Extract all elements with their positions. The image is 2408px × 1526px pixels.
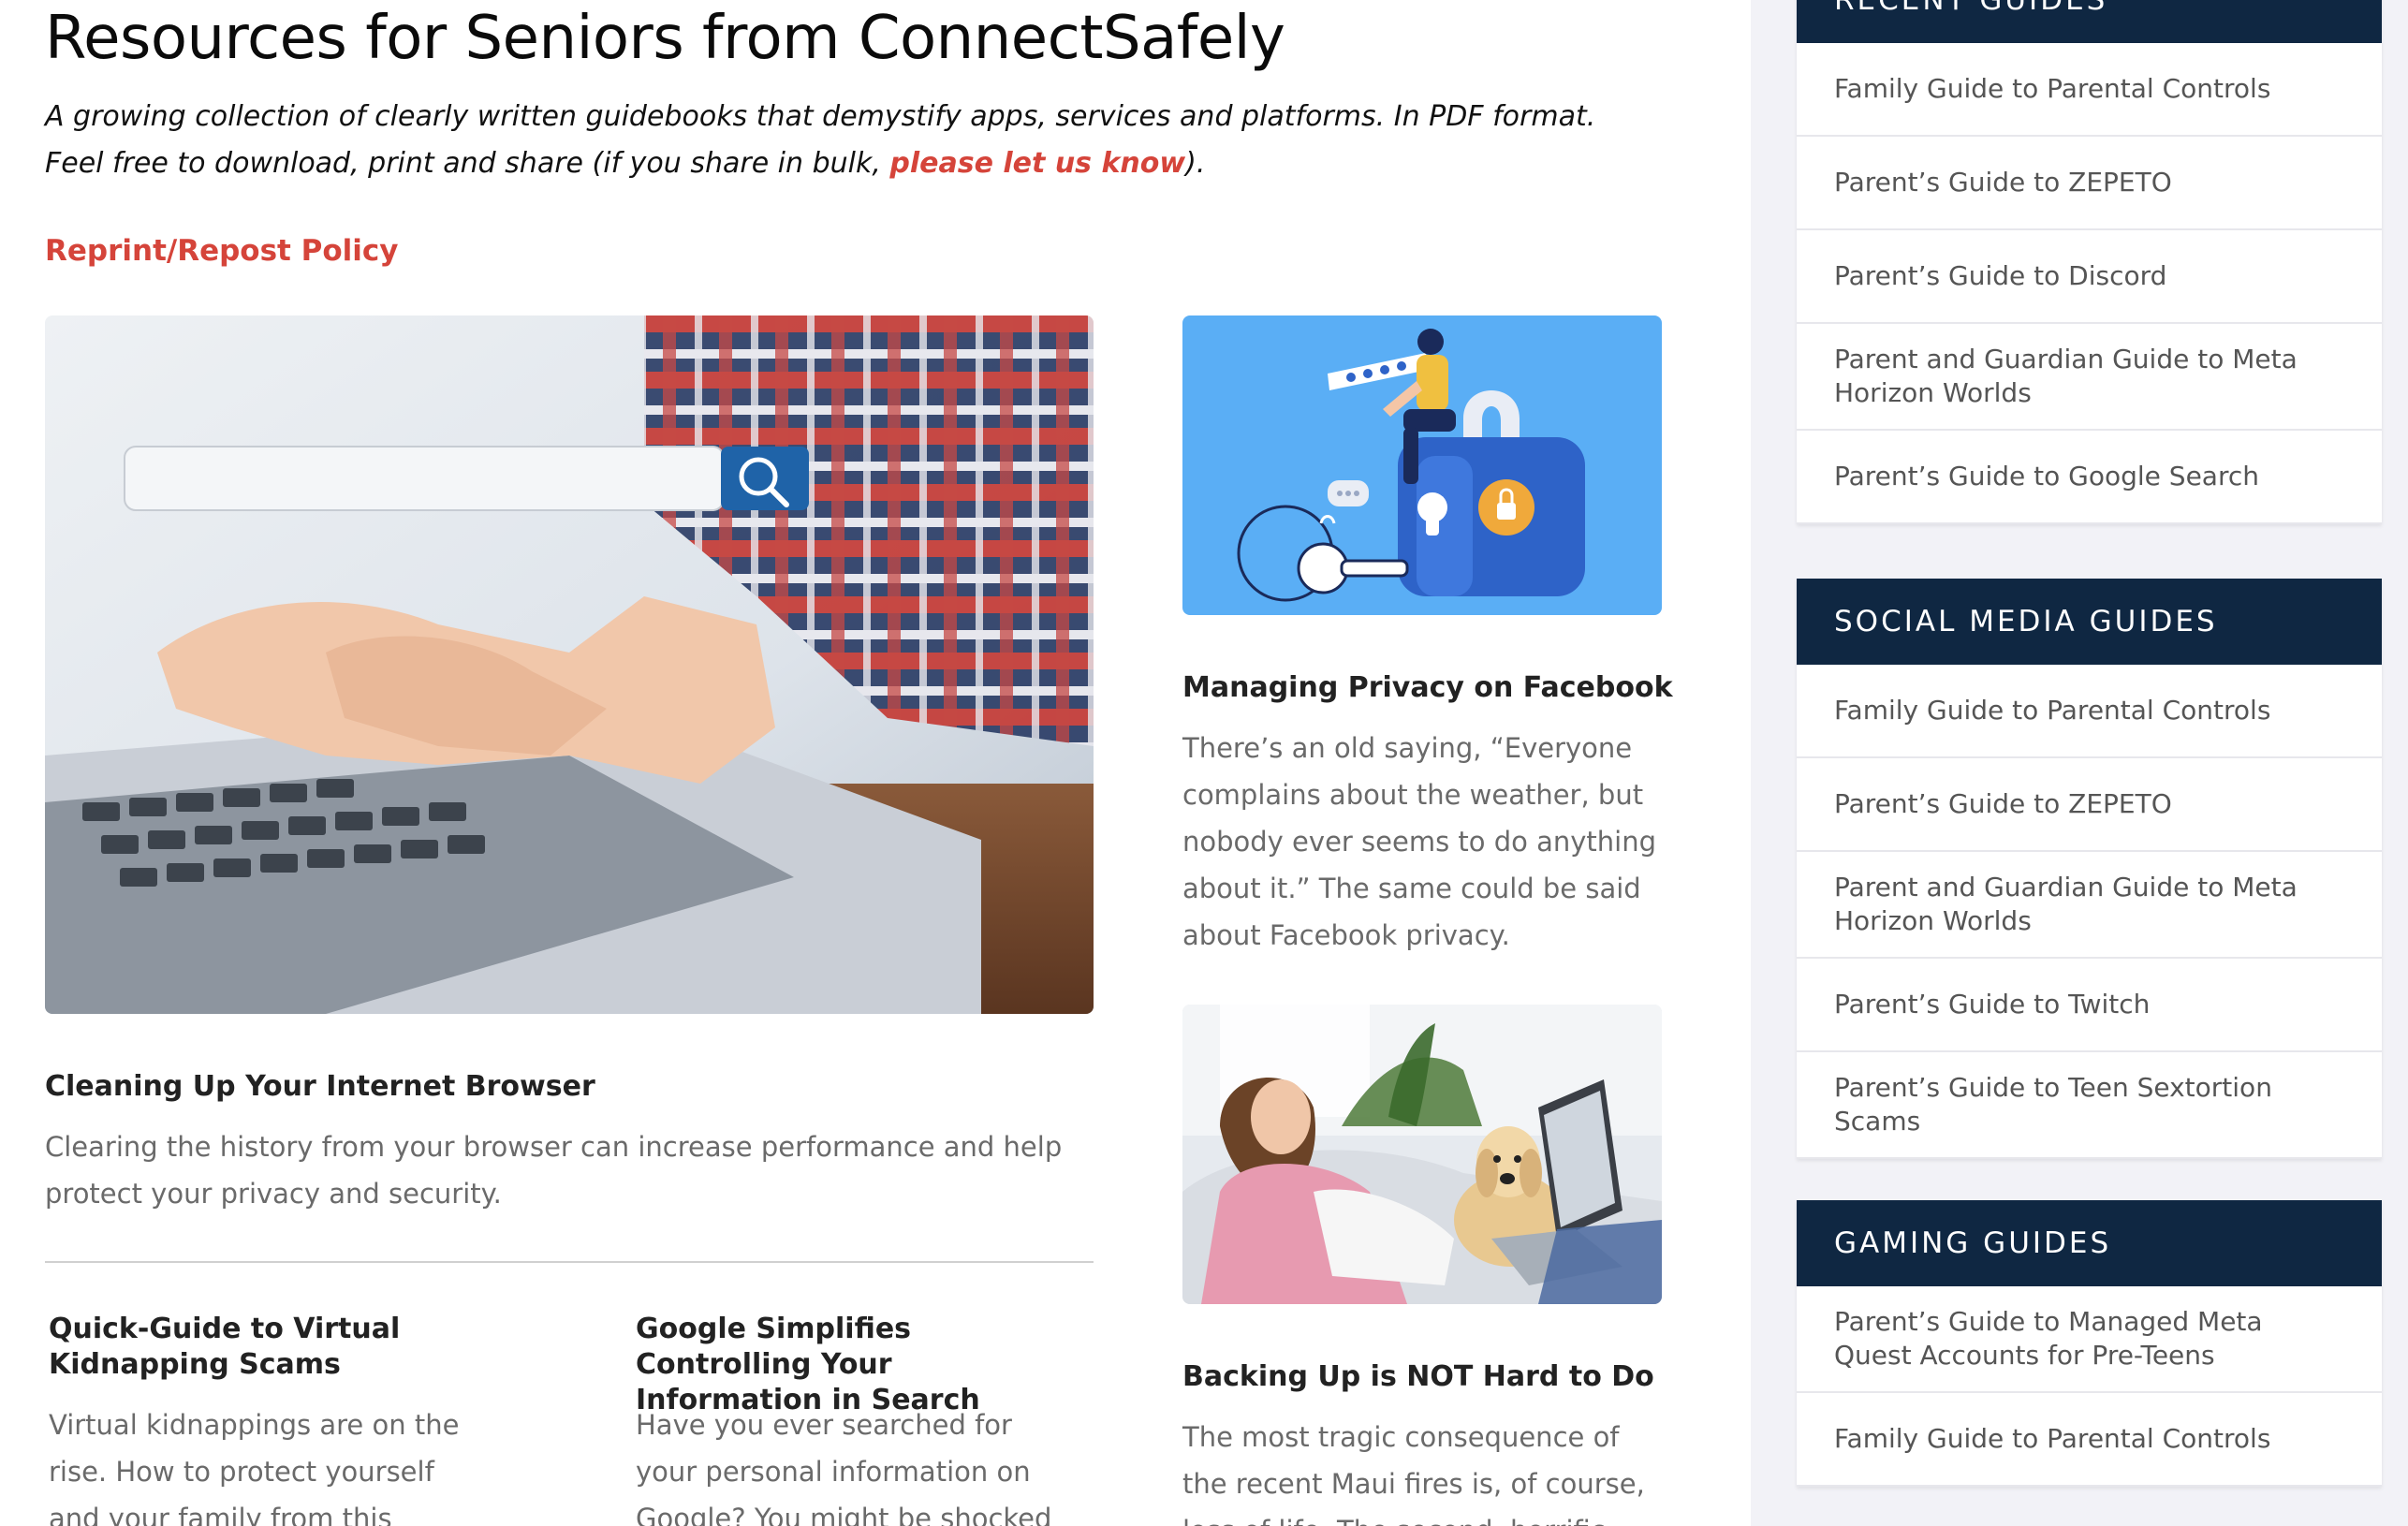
kidnapping-article-excerpt: Virtual kidnappings are on the rise. How… [49, 1409, 460, 1526]
gaming-guides-widget: Gaming Guides Parent’s Guide to Managed … [1797, 1200, 2382, 1487]
sidebar-link[interactable]: Parent’s Guide to Twitch [1797, 959, 2382, 1052]
recent-guides-list: Family Guide to Parental Controls Parent… [1797, 43, 2382, 524]
sidebar-link[interactable]: Family Guide to Parental Controls [1797, 43, 2382, 137]
sidebar-link[interactable]: Parent’s Guide to ZEPETO [1797, 137, 2382, 230]
browser-article-title[interactable]: Cleaning Up Your Internet Browser [45, 1069, 1075, 1105]
sidebar-link[interactable]: Family Guide to Parental Controls [1797, 665, 2382, 758]
reprint-policy-link[interactable]: Reprint/Repost Policy [45, 234, 399, 268]
contact-link[interactable]: please let us know [889, 147, 1185, 180]
browser-article-excerpt: Clearing the history from your browser c… [45, 1131, 1063, 1210]
sidebar-link[interactable]: Parent and Guardian Guide to Meta Horizo… [1797, 324, 2382, 431]
gaming-guides-list: Parent’s Guide to Managed Meta Quest Acc… [1797, 1286, 2382, 1487]
facebook-article-title[interactable]: Managing Privacy on Facebook [1182, 670, 1707, 706]
sidebar-link[interactable]: Parent and Guardian Guide to Meta Horizo… [1797, 852, 2382, 959]
backup-article-title[interactable]: Backing Up is NOT Hard to Do [1182, 1359, 1707, 1395]
main-content: Resources for Seniors from ConnectSafely… [0, 0, 1751, 1526]
kidnapping-article-title[interactable]: Quick-Guide to Virtual Kidnapping Scams [49, 1312, 414, 1383]
google-article-excerpt: Have you ever searched for your personal… [636, 1409, 1052, 1526]
social-media-guides-widget: Social Media Guides Family Guide to Pare… [1797, 579, 2382, 1159]
intro-text: A growing collection of clearly written … [45, 94, 1637, 187]
sidebar-link[interactable]: Parent’s Guide to Teen Sextortion Scams [1797, 1052, 2382, 1159]
sidebar-link[interactable]: Parent’s Guide to ZEPETO [1797, 758, 2382, 852]
sidebar-link[interactable]: Parent’s Guide to Google Search [1797, 431, 2382, 524]
browser-article-image[interactable] [45, 315, 1094, 1014]
privacy-lock-illustration [1237, 329, 1585, 602]
intro-text-end: ). [1185, 147, 1206, 180]
social-guides-list: Family Guide to Parental Controls Parent… [1797, 665, 2382, 1159]
widget-header-social: Social Media Guides [1797, 579, 2382, 665]
divider [45, 1261, 1094, 1263]
laptop-typing-illustration [45, 315, 1094, 1014]
page-title: Resources for Seniors from ConnectSafely [45, 4, 1285, 73]
backup-article-image[interactable] [1182, 1005, 1662, 1304]
sidebar-link[interactable]: Parent’s Guide to Discord [1797, 230, 2382, 324]
widget-header-gaming: Gaming Guides [1797, 1200, 2382, 1286]
facebook-article-image[interactable] [1182, 315, 1662, 615]
recent-guides-widget: Recent Guides Family Guide to Parental C… [1797, 0, 2382, 524]
intro-text-body: A growing collection of clearly written … [45, 100, 1596, 180]
woman-laptop-dog-photo [1182, 1005, 1662, 1304]
sidebar-link[interactable]: Parent’s Guide to Managed Meta Quest Acc… [1797, 1286, 2382, 1393]
sidebar-link[interactable]: Family Guide to Parental Controls [1797, 1393, 2382, 1487]
widget-header-recent: Recent Guides [1797, 0, 2382, 43]
facebook-article-excerpt: There’s an old saying, “Everyone complai… [1182, 732, 1657, 951]
backup-article-excerpt: The most tragic consequence of the recen… [1182, 1421, 1645, 1526]
